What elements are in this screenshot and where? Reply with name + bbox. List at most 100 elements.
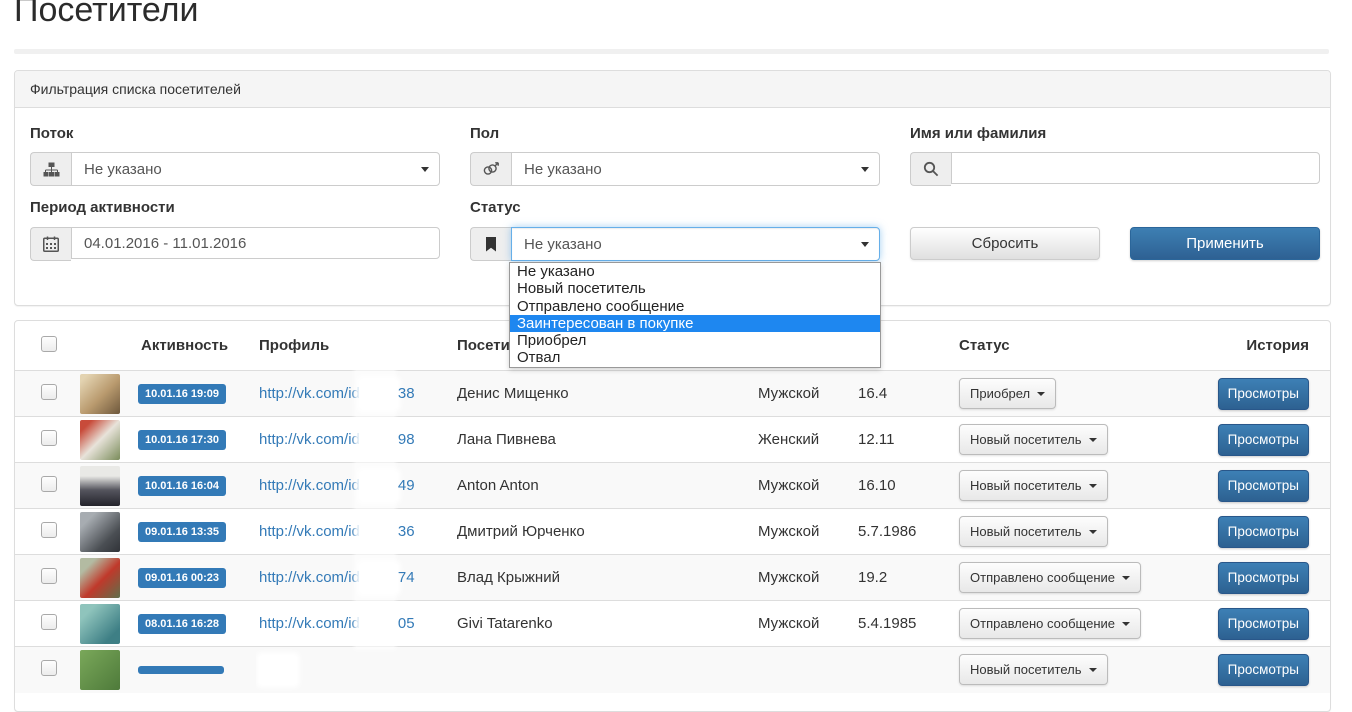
visitor-birthday: 16.4 (846, 371, 951, 417)
status-dropdown-label: Новый посетитель (970, 524, 1082, 539)
activity-badge: 09.01.16 00:23 (138, 568, 226, 588)
views-button[interactable]: Просмотры (1218, 470, 1309, 502)
status-dropdown-label: Отправлено сообщение (970, 616, 1115, 631)
status-dropdown-button[interactable]: Отправлено сообщение (959, 608, 1141, 639)
calendar-icon (30, 227, 71, 261)
row-checkbox[interactable] (41, 660, 57, 676)
status-option[interactable]: Приобрел (510, 332, 880, 349)
views-button[interactable]: Просмотры (1218, 562, 1309, 594)
activity-badge (138, 666, 224, 674)
chevron-down-icon (421, 167, 429, 172)
stream-select-value[interactable]: Не указано (71, 152, 440, 186)
caret-down-icon (1089, 530, 1097, 534)
profile-link-suffix: 49 (398, 477, 415, 494)
gender-select-text: Не указано (524, 161, 602, 178)
row-checkbox[interactable] (41, 614, 57, 630)
status-dropdown-button[interactable]: Новый посетитель (959, 516, 1108, 547)
period-input[interactable] (71, 227, 440, 259)
search-icon (910, 152, 951, 186)
gender-icon (470, 152, 511, 186)
avatar-column-header (77, 321, 127, 371)
visitor-name (456, 647, 751, 693)
visitor-gender: Мужской (751, 601, 846, 647)
row-checkbox[interactable] (41, 568, 57, 584)
profile-link-suffix: 38 (398, 385, 415, 402)
reset-button[interactable]: Сбросить (910, 227, 1100, 260)
row-checkbox[interactable] (41, 476, 57, 492)
status-dropdown-label: Новый посетитель (970, 432, 1082, 447)
visitor-gender: Мужской (751, 509, 846, 555)
row-checkbox[interactable] (41, 384, 57, 400)
period-group (30, 227, 440, 261)
visitor-name: Anton Anton (456, 463, 751, 509)
visitor-birthday: 5.4.1985 (846, 601, 951, 647)
activity-column-header: Активность (127, 321, 256, 371)
apply-button[interactable]: Применить (1130, 227, 1320, 260)
status-label: Статус (470, 199, 521, 216)
visitor-birthday (846, 647, 951, 693)
views-button[interactable]: Просмотры (1218, 608, 1309, 640)
visitor-birthday: 12.11 (846, 417, 951, 463)
chevron-down-icon (861, 167, 869, 172)
status-option[interactable]: Новый посетитель (510, 280, 880, 297)
title-divider (14, 49, 1329, 54)
profile-link-prefix: http://vk.com/id (259, 523, 360, 540)
status-column-header: Статус (951, 321, 1206, 371)
profile-link-suffix: 98 (398, 431, 415, 448)
caret-down-icon (1037, 392, 1045, 396)
table-row: 10.01.16 16:04 http://vk.com/id49 Anton … (15, 463, 1330, 509)
row-checkbox[interactable] (41, 522, 57, 538)
page-title: Посетители (14, 0, 199, 30)
visitor-gender: Мужской (751, 463, 846, 509)
status-option[interactable]: Отправлено сообщение (510, 298, 880, 315)
status-option-highlighted[interactable]: Заинтересован в покупке (510, 315, 880, 332)
visitor-gender: Женский (751, 417, 846, 463)
visitor-gender (751, 647, 846, 693)
status-option[interactable]: Не указано (510, 263, 880, 280)
stream-select-text: Не указано (84, 161, 162, 178)
activity-badge: 09.01.16 13:35 (138, 522, 226, 542)
caret-down-icon (1089, 438, 1097, 442)
status-select-text: Не указано (524, 236, 602, 253)
views-button[interactable]: Просмотры (1218, 378, 1309, 410)
status-dropdown-button[interactable]: Новый посетитель (959, 654, 1108, 685)
table-row: 09.01.16 13:35 http://vk.com/id36 Дмитри… (15, 509, 1330, 555)
status-option[interactable]: Отвал (510, 349, 880, 366)
select-all-checkbox[interactable] (41, 336, 57, 352)
visitor-gender: Мужской (751, 371, 846, 417)
caret-down-icon (1089, 484, 1097, 488)
avatar (80, 466, 120, 506)
activity-badge: 10.01.16 17:30 (138, 430, 226, 450)
sitemap-icon (30, 152, 71, 186)
table-row: 09.01.16 00:23 http://vk.com/id74 Влад К… (15, 555, 1330, 601)
status-select-value[interactable]: Не указано (511, 227, 880, 261)
status-dropdown-button[interactable]: Отправлено сообщение (959, 562, 1141, 593)
views-button[interactable]: Просмотры (1218, 424, 1309, 456)
views-button[interactable]: Просмотры (1218, 516, 1309, 548)
gender-select-value[interactable]: Не указано (511, 152, 880, 186)
profile-link[interactable] (259, 655, 455, 685)
status-select[interactable]: Не указано (470, 227, 880, 261)
row-checkbox[interactable] (41, 430, 57, 446)
visitors-table: Активность Профиль Посетитель Пол ДР Ста… (15, 321, 1330, 693)
profile-link-suffix: 05 (398, 615, 415, 632)
visitor-birthday: 16.10 (846, 463, 951, 509)
privacy-blur (259, 655, 297, 685)
visitor-birthday: 19.2 (846, 555, 951, 601)
status-dropdown-button[interactable]: Приобрел (959, 378, 1056, 409)
stream-select[interactable]: Не указано (30, 152, 440, 186)
gender-select[interactable]: Не указано (470, 152, 880, 186)
period-label: Период активности (30, 199, 175, 216)
status-dropdown-button[interactable]: Новый посетитель (959, 424, 1108, 455)
profile-link-suffix: 36 (398, 523, 415, 540)
status-dropdown-button[interactable]: Новый посетитель (959, 470, 1108, 501)
visitor-birthday: 5.7.1986 (846, 509, 951, 555)
status-dropdown-label: Приобрел (970, 386, 1030, 401)
caret-down-icon (1122, 576, 1130, 580)
profile-link-prefix: http://vk.com/id (259, 615, 360, 632)
visitors-table-panel: Активность Профиль Посетитель Пол ДР Ста… (14, 320, 1331, 712)
stream-label: Поток (30, 125, 73, 142)
name-search-input[interactable] (951, 152, 1320, 184)
table-row: 10.01.16 19:09 http://vk.com/id38 Денис … (15, 371, 1330, 417)
views-button[interactable]: Просмотры (1218, 654, 1309, 686)
